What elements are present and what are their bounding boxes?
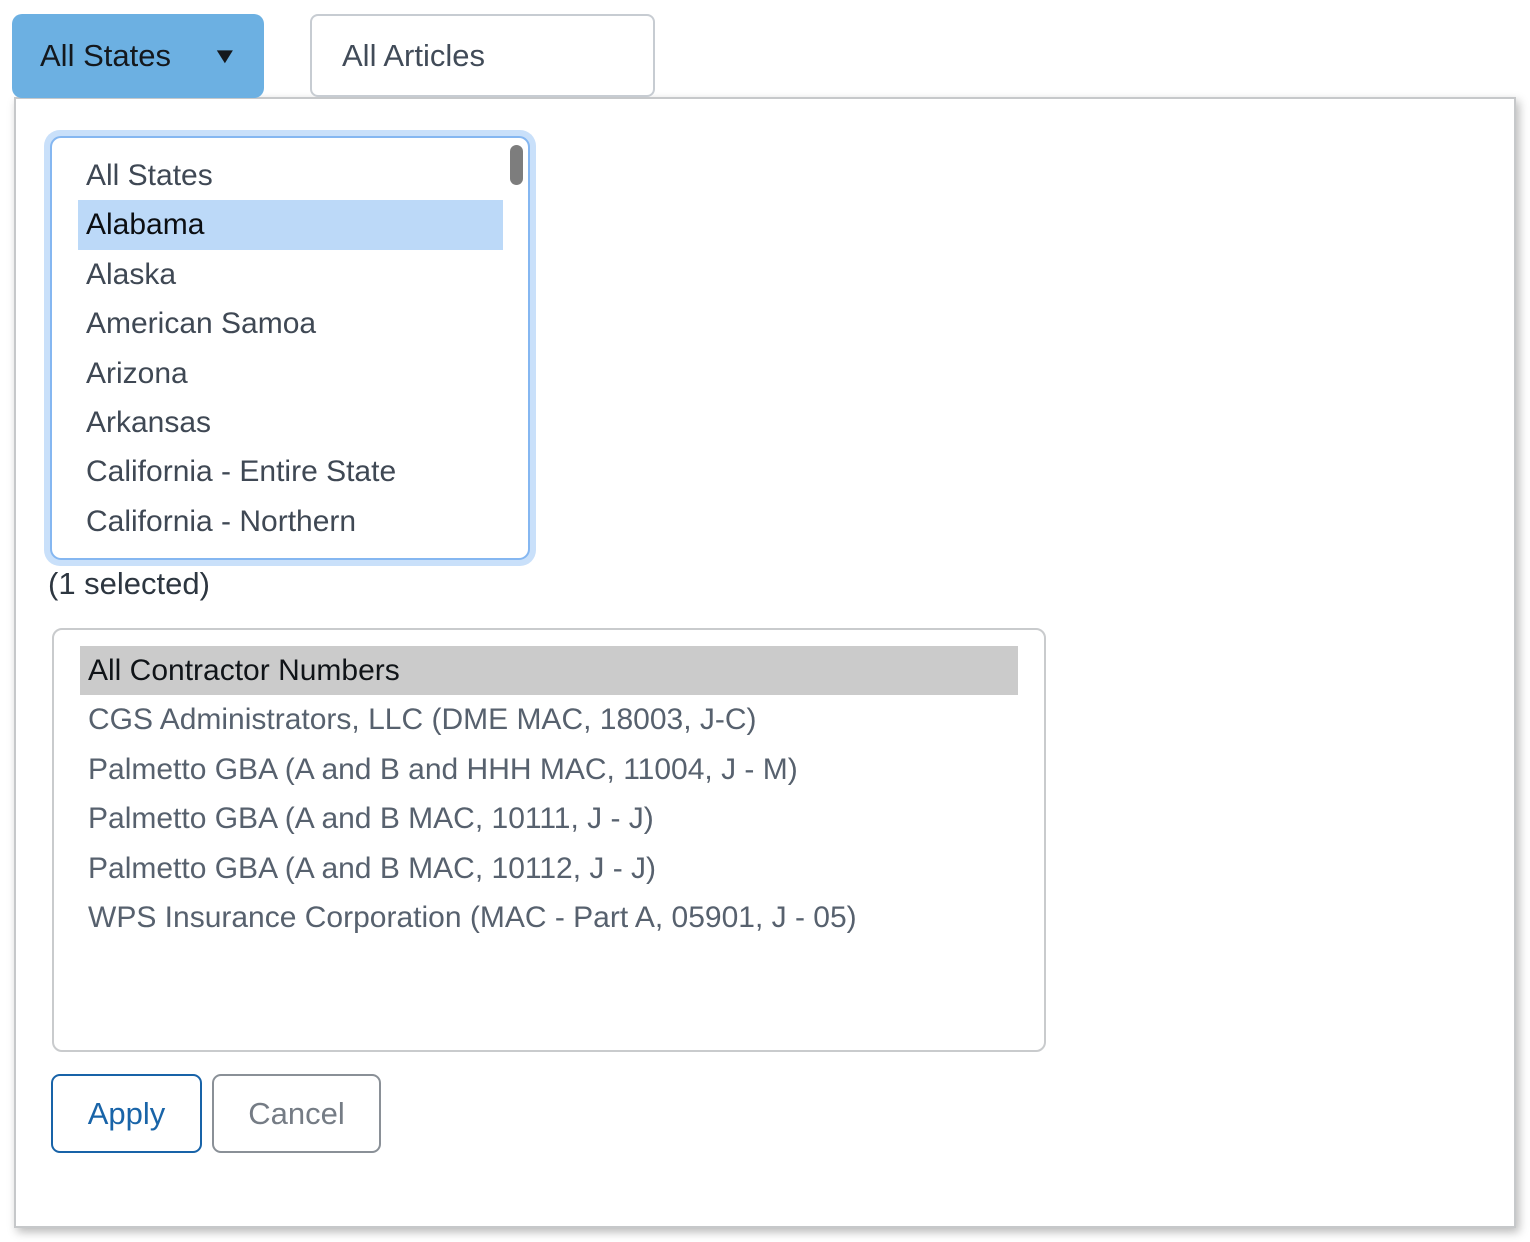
state-option[interactable]: California - Southern — [78, 546, 503, 560]
chevron-down-icon: ▼ — [211, 45, 238, 67]
states-listbox-focus-ring: All StatesAlabamaAlaskaAmerican SamoaAri… — [44, 130, 536, 566]
cancel-button[interactable]: Cancel — [212, 1074, 381, 1153]
state-option[interactable]: Arizona — [78, 349, 503, 398]
states-listbox[interactable]: All StatesAlabamaAlaskaAmerican SamoaAri… — [50, 136, 530, 560]
articles-filter-button[interactable]: All Articles — [310, 14, 655, 97]
contractor-option[interactable]: All Contractor Numbers — [80, 646, 1018, 695]
state-option[interactable]: Alaska — [78, 250, 503, 299]
apply-button[interactable]: Apply — [51, 1074, 202, 1153]
contractors-listbox[interactable]: All Contractor NumbersCGS Administrators… — [52, 628, 1046, 1052]
state-option[interactable]: Alabama — [78, 200, 503, 249]
state-option[interactable]: California - Northern — [78, 497, 503, 546]
articles-filter-label: All Articles — [342, 38, 485, 73]
contractor-option[interactable]: CGS Administrators, LLC (DME MAC, 18003,… — [80, 695, 1018, 744]
selected-count-label: (1 selected) — [48, 566, 210, 602]
contractor-option[interactable]: Palmetto GBA (A and B MAC, 10112, J - J) — [80, 844, 1018, 893]
contractor-option[interactable]: Palmetto GBA (A and B MAC, 10111, J - J) — [80, 794, 1018, 843]
state-option[interactable]: American Samoa — [78, 299, 503, 348]
contractor-option[interactable]: Palmetto GBA (A and B and HHH MAC, 11004… — [80, 745, 1018, 794]
contractor-option[interactable]: WPS Insurance Corporation (MAC - Part A,… — [80, 893, 1018, 942]
states-dropdown-button[interactable]: All States ▼ — [12, 14, 264, 98]
state-option[interactable]: All States — [78, 151, 503, 200]
scrollbar-thumb[interactable] — [510, 145, 523, 185]
state-option[interactable]: California - Entire State — [78, 447, 503, 496]
states-dropdown-label: All States — [40, 38, 171, 74]
state-option[interactable]: Arkansas — [78, 398, 503, 447]
